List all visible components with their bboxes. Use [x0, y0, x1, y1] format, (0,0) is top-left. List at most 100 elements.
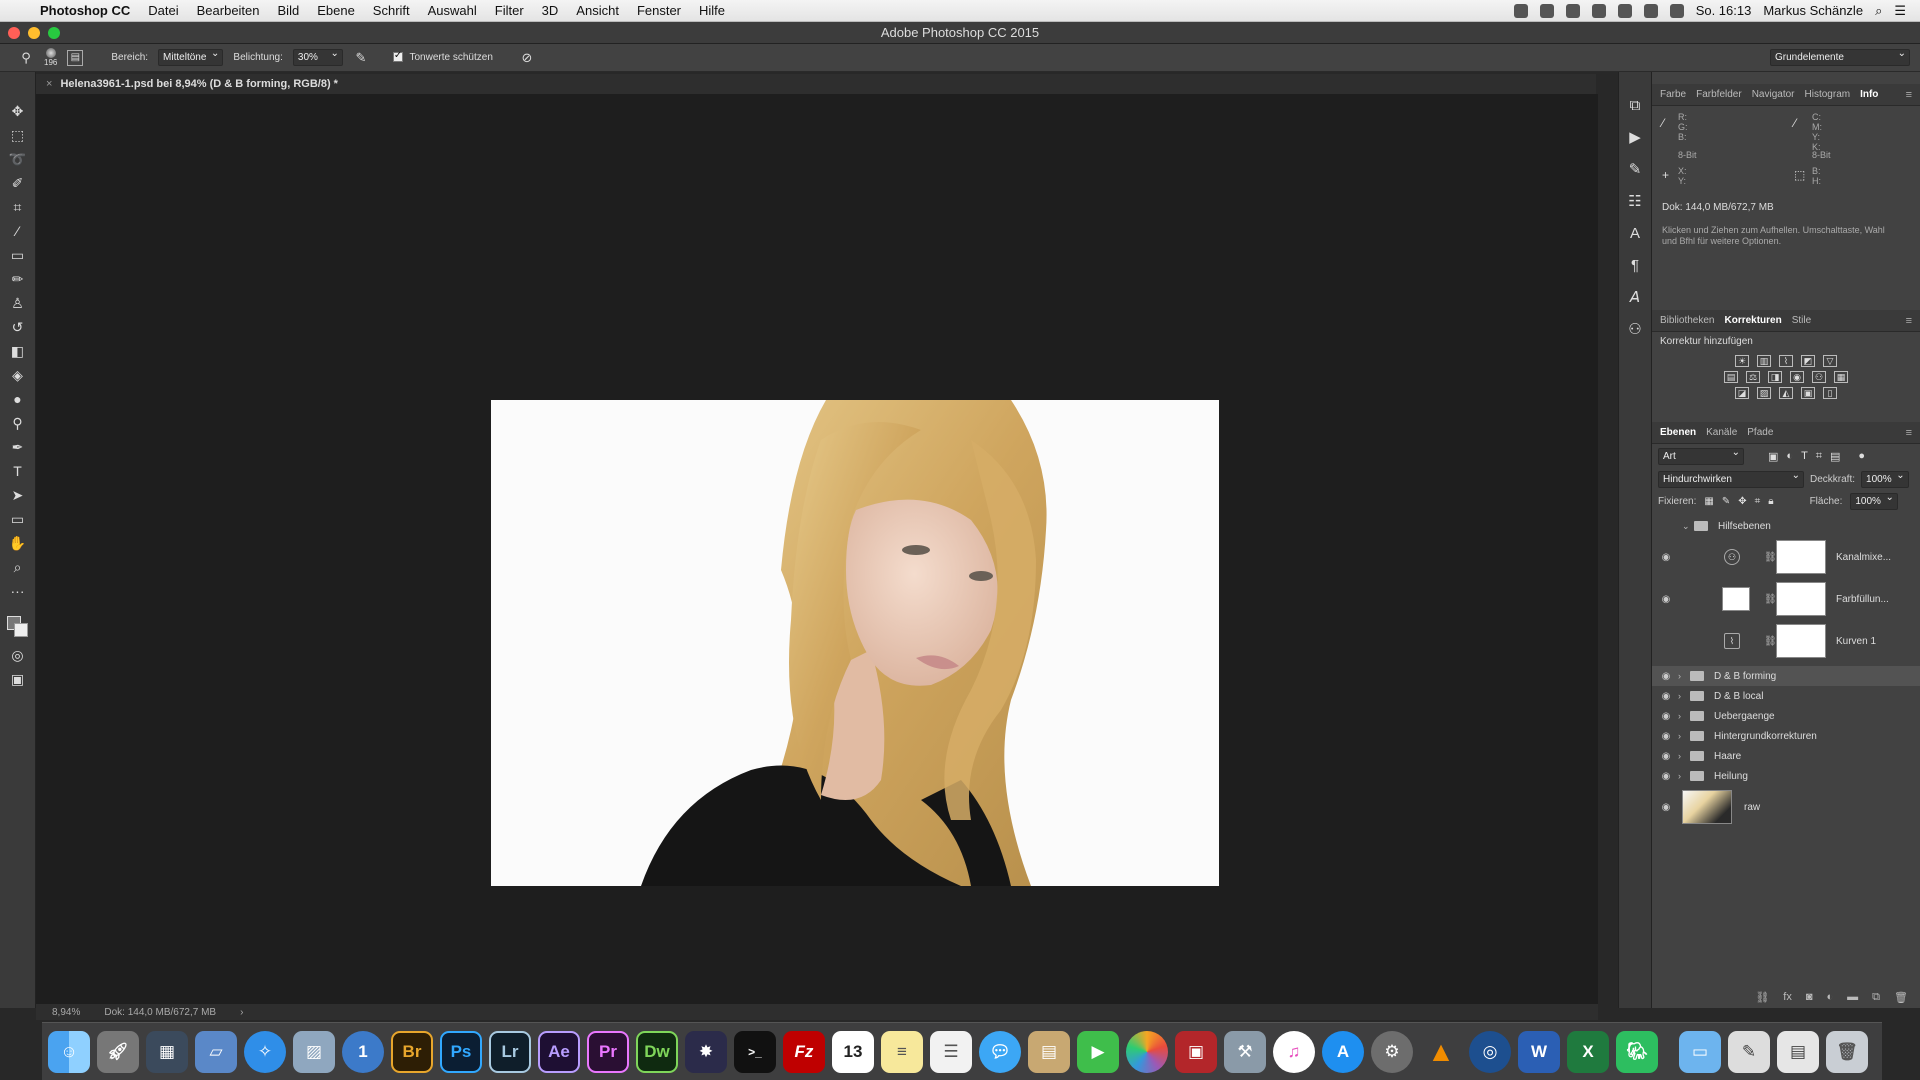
- menu-hilfe[interactable]: Hilfe: [699, 3, 725, 18]
- maximize-window-button[interactable]: [48, 27, 60, 39]
- selective-color-icon[interactable]: ▣: [1801, 387, 1815, 399]
- brush-panel-toggle-icon[interactable]: ▤: [67, 49, 84, 66]
- notification-center-icon[interactable]: ☰: [1894, 3, 1906, 19]
- mask-link-icon[interactable]: ⛓: [1764, 594, 1777, 605]
- menu-ebene[interactable]: Ebene: [317, 3, 355, 18]
- layer-farbfuellung[interactable]: ◉ ⛓ Farbfüllun...: [1652, 578, 1920, 620]
- hue-saturation-icon[interactable]: ▤: [1724, 371, 1738, 383]
- layer-group-d-b-forming[interactable]: ◉ › D & B forming: [1652, 666, 1920, 686]
- premiere-icon[interactable]: Pr: [587, 1030, 629, 1073]
- color-lookup-icon[interactable]: ▦: [1834, 371, 1848, 383]
- filter-toggle-icon[interactable]: ●: [1858, 450, 1865, 462]
- creative-cloud-icon[interactable]: [1591, 3, 1606, 18]
- filter-type-icon[interactable]: T: [1801, 450, 1808, 462]
- tab-ebenen[interactable]: Ebenen: [1660, 427, 1696, 438]
- filter-pixel-icon[interactable]: ▣: [1768, 450, 1778, 463]
- history-panel-icon[interactable]: ⧉: [1625, 96, 1645, 114]
- zoom-level-field[interactable]: 8,94%: [52, 1007, 80, 1018]
- tab-farbe[interactable]: Farbe: [1660, 89, 1686, 100]
- menu-auswahl[interactable]: Auswahl: [428, 3, 477, 18]
- panel-menu-icon[interactable]: ≡: [1906, 89, 1912, 101]
- menu-fenster[interactable]: Fenster: [637, 3, 681, 18]
- folder-icon[interactable]: ▭: [1679, 1030, 1721, 1073]
- migration-icon[interactable]: ▱: [195, 1030, 237, 1073]
- visibility-eye-icon[interactable]: ◉: [1659, 731, 1673, 742]
- tab-kanaele[interactable]: Kanäle: [1706, 427, 1737, 438]
- delete-layer-icon[interactable]: 🗑︎: [1894, 991, 1908, 1004]
- threshold-icon[interactable]: ◭: [1779, 387, 1793, 399]
- layer-filter-select[interactable]: Art: [1658, 447, 1744, 465]
- move-tool-icon[interactable]: ✥: [7, 102, 29, 120]
- levels-icon[interactable]: ▥: [1757, 355, 1771, 367]
- character-panel-icon[interactable]: A: [1625, 224, 1645, 242]
- quick-selection-tool-icon[interactable]: ✐: [7, 174, 29, 192]
- clone-stamp-tool-icon[interactable]: ♙: [7, 294, 29, 312]
- healing-brush-tool-icon[interactable]: ▭: [7, 246, 29, 264]
- photos-icon[interactable]: [1126, 1030, 1168, 1073]
- lock-transparent-icon[interactable]: ▦: [1704, 496, 1713, 507]
- group-collapsed-chevron-icon[interactable]: ›: [1678, 691, 1681, 701]
- visibility-eye-icon[interactable]: ◉: [1659, 802, 1673, 813]
- menu-bearbeiten[interactable]: Bearbeiten: [197, 3, 260, 18]
- drive-icon[interactable]: [1565, 3, 1580, 18]
- airbrush-icon[interactable]: ✎: [353, 50, 369, 66]
- dodge-tool-preset-icon[interactable]: ⚲: [18, 50, 34, 66]
- glyphs-panel-icon[interactable]: 𝘈: [1625, 288, 1645, 306]
- calendar-icon[interactable]: 13: [832, 1030, 874, 1073]
- layer-mask-thumbnail[interactable]: [1776, 582, 1826, 616]
- history-brush-tool-icon[interactable]: ↺: [7, 318, 29, 336]
- preview-icon[interactable]: ▨: [293, 1030, 335, 1073]
- exposure-icon[interactable]: ◩: [1801, 355, 1815, 367]
- brush-tool-icon[interactable]: ✏: [7, 270, 29, 288]
- group-collapsed-chevron-icon[interactable]: ›: [1678, 671, 1681, 681]
- dodge-tool-icon[interactable]: ⚲: [7, 414, 29, 432]
- photo-filter-icon[interactable]: ◉: [1790, 371, 1804, 383]
- fill-field[interactable]: 100%: [1850, 492, 1898, 510]
- excel-icon[interactable]: X: [1567, 1030, 1609, 1073]
- layer-group-uebergaenge[interactable]: ◉ › Uebergaenge: [1652, 706, 1920, 726]
- motion-icon[interactable]: ✸: [685, 1030, 727, 1073]
- layer-kurven-1[interactable]: ◉ ⌇ ⛓ Kurven 1: [1652, 620, 1920, 662]
- layer-group-heilung[interactable]: ◉ › Heilung: [1652, 766, 1920, 786]
- more-tools-icon[interactable]: ···: [7, 582, 29, 600]
- system-preferences-icon[interactable]: ⚙: [1371, 1030, 1413, 1073]
- paragraph-panel-icon[interactable]: ¶: [1625, 256, 1645, 274]
- actions-panel-icon[interactable]: ▶: [1625, 128, 1645, 146]
- color-balance-icon[interactable]: ⚖: [1746, 371, 1760, 383]
- layer-raw[interactable]: ◉ raw: [1652, 786, 1920, 828]
- dreamweaver-icon[interactable]: Dw: [636, 1030, 678, 1073]
- visibility-eye-icon[interactable]: ◉: [1659, 594, 1673, 605]
- bridge-icon[interactable]: Br: [391, 1030, 433, 1073]
- app-menu[interactable]: Photoshop CC: [40, 3, 130, 18]
- mask-link-icon[interactable]: ⛓: [1764, 636, 1777, 647]
- visibility-eye-icon[interactable]: ◉: [1659, 771, 1673, 782]
- layer-style-fx-icon[interactable]: fx: [1783, 991, 1792, 1004]
- type-tool-icon[interactable]: T: [7, 462, 29, 480]
- photoshop-icon[interactable]: Ps: [440, 1030, 482, 1073]
- crop-tool-icon[interactable]: ⌗: [7, 198, 29, 216]
- app-store-icon[interactable]: A: [1322, 1030, 1364, 1073]
- workspace-select[interactable]: Grundelemente: [1770, 48, 1910, 66]
- curves-icon[interactable]: ⌇: [1779, 355, 1793, 367]
- color-swatches[interactable]: [5, 612, 31, 640]
- tab-stile[interactable]: Stile: [1792, 315, 1811, 326]
- 1password-icon[interactable]: 1: [342, 1030, 384, 1073]
- screen-mode-icon[interactable]: ▣: [7, 670, 29, 688]
- group-collapsed-chevron-icon[interactable]: ›: [1678, 771, 1681, 781]
- tab-navigator[interactable]: Navigator: [1752, 89, 1795, 100]
- status-menu-chevron-icon[interactable]: ›: [240, 1007, 243, 1018]
- visibility-eye-icon[interactable]: ◉: [1659, 671, 1673, 682]
- terminal-icon[interactable]: >_: [734, 1030, 776, 1073]
- visibility-eye-icon[interactable]: ◉: [1659, 552, 1673, 563]
- layer-group-hilfsebenen[interactable]: ⌄ Hilfsebenen: [1652, 516, 1920, 536]
- volume-icon[interactable]: [1669, 3, 1684, 18]
- link-layers-icon[interactable]: ⛓: [1755, 991, 1769, 1004]
- rectangle-tool-icon[interactable]: ▭: [7, 510, 29, 528]
- layer-group-haare[interactable]: ◉ › Haare: [1652, 746, 1920, 766]
- new-group-icon[interactable]: ▬: [1847, 991, 1858, 1004]
- blur-tool-icon[interactable]: ●: [7, 390, 29, 408]
- visibility-eye-icon[interactable]: ◉: [1659, 691, 1673, 702]
- brushes-icon[interactable]: ✎: [1728, 1030, 1770, 1073]
- new-layer-icon[interactable]: ⧉: [1872, 991, 1880, 1004]
- eyedropper-cmyk-icon[interactable]: ⁄: [1794, 116, 1796, 130]
